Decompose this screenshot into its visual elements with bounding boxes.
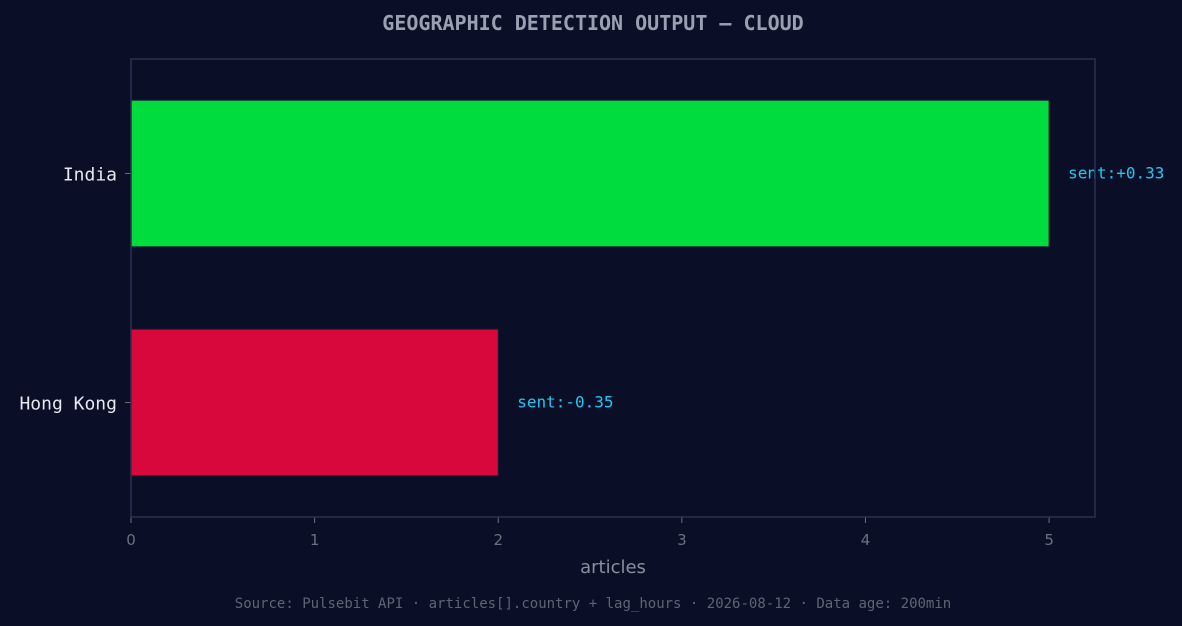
bar-annotation-india: sent:+0.33 xyxy=(1068,164,1164,183)
x-tick-label-4: 4 xyxy=(861,531,871,549)
x-tick-label-3: 3 xyxy=(677,531,687,549)
y-label-hong-kong: Hong Kong xyxy=(19,394,117,415)
bar-hong-kong xyxy=(130,328,499,477)
x-tick-label-2: 2 xyxy=(493,531,503,549)
chart-container: GEOGRAPHIC DETECTION OUTPUT — CLOUD sent… xyxy=(0,0,1182,626)
x-tick-label-1: 1 xyxy=(310,531,320,549)
source-note: Source: Pulsebit API · articles[].countr… xyxy=(235,596,951,612)
y-axis-labels: India Hong Kong xyxy=(19,165,131,415)
x-axis-title: articles xyxy=(580,557,646,578)
x-tick-label-0: 0 xyxy=(126,531,136,549)
x-axis: 0 1 2 3 4 5 xyxy=(126,517,1054,549)
chart-title: GEOGRAPHIC DETECTION OUTPUT — CLOUD xyxy=(382,11,803,35)
bars-layer xyxy=(130,99,1050,477)
bar-chart: GEOGRAPHIC DETECTION OUTPUT — CLOUD sent… xyxy=(19,11,1164,612)
y-label-india: India xyxy=(63,165,117,186)
bar-india xyxy=(130,99,1050,248)
x-tick-label-5: 5 xyxy=(1044,531,1054,549)
bar-annotation-hong-kong: sent:-0.35 xyxy=(517,393,613,412)
